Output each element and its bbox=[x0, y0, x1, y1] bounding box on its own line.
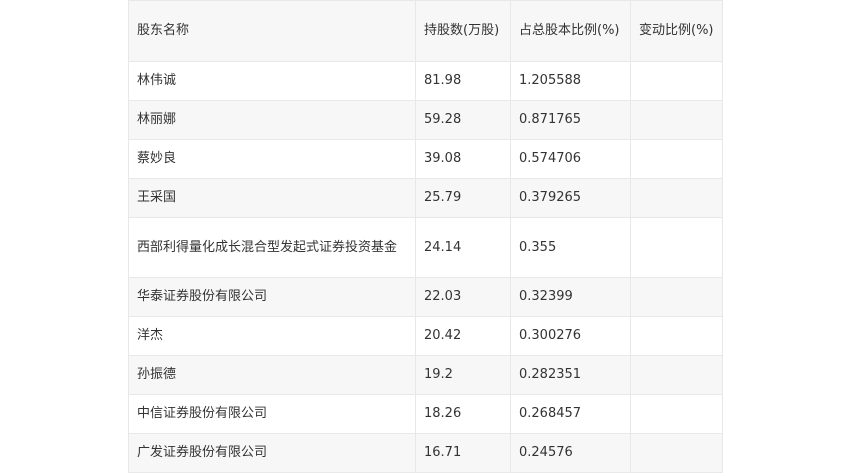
ratio-cell: 0.268457 bbox=[510, 394, 631, 434]
table-header-row: 股东名称 持股数(万股) 占总股本比例(%) 变动比例(%) bbox=[128, 0, 723, 62]
holder-name-cell: 西部利得量化成长混合型发起式证券投资基金 bbox=[128, 217, 416, 278]
ratio-cell: 0.871765 bbox=[510, 100, 631, 140]
change-ratio-cell bbox=[630, 355, 723, 395]
table-row: 华泰证券股份有限公司 22.03 0.32399 bbox=[128, 277, 723, 317]
ratio-cell: 0.32399 bbox=[510, 277, 631, 317]
shares-cell: 22.03 bbox=[415, 277, 511, 317]
table-row: 西部利得量化成长混合型发起式证券投资基金 24.14 0.355 bbox=[128, 217, 723, 278]
holder-name-cell: 洋杰 bbox=[128, 316, 416, 356]
ratio-cell: 0.574706 bbox=[510, 139, 631, 179]
change-ratio-cell bbox=[630, 433, 723, 473]
ratio-cell: 0.282351 bbox=[510, 355, 631, 395]
shares-cell: 18.26 bbox=[415, 394, 511, 434]
table-row: 林伟诚 81.98 1.205588 bbox=[128, 61, 723, 101]
change-ratio-cell bbox=[630, 139, 723, 179]
ratio-cell: 0.379265 bbox=[510, 178, 631, 218]
holder-name-cell: 孙振德 bbox=[128, 355, 416, 395]
shares-cell: 81.98 bbox=[415, 61, 511, 101]
shares-cell: 16.71 bbox=[415, 433, 511, 473]
shares-cell: 25.79 bbox=[415, 178, 511, 218]
shares-cell: 39.08 bbox=[415, 139, 511, 179]
change-ratio-cell bbox=[630, 178, 723, 218]
ratio-cell: 0.24576 bbox=[510, 433, 631, 473]
header-shares: 持股数(万股) bbox=[415, 0, 511, 62]
change-ratio-cell bbox=[630, 100, 723, 140]
shares-cell: 24.14 bbox=[415, 217, 511, 278]
table-row: 王采国 25.79 0.379265 bbox=[128, 178, 723, 218]
table-row: 中信证券股份有限公司 18.26 0.268457 bbox=[128, 394, 723, 434]
table-row: 洋杰 20.42 0.300276 bbox=[128, 316, 723, 356]
shares-cell: 59.28 bbox=[415, 100, 511, 140]
table-row: 孙振德 19.2 0.282351 bbox=[128, 355, 723, 395]
holder-name-cell: 王采国 bbox=[128, 178, 416, 218]
holder-name-cell: 林伟诚 bbox=[128, 61, 416, 101]
shareholders-table: 股东名称 持股数(万股) 占总股本比例(%) 变动比例(%) 林伟诚 81.98… bbox=[128, 0, 723, 473]
header-ratio: 占总股本比例(%) bbox=[510, 0, 631, 62]
ratio-cell: 0.355 bbox=[510, 217, 631, 278]
holder-name-cell: 林丽娜 bbox=[128, 100, 416, 140]
change-ratio-cell bbox=[630, 277, 723, 317]
holder-name-cell: 华泰证券股份有限公司 bbox=[128, 277, 416, 317]
change-ratio-cell bbox=[630, 217, 723, 278]
holder-name-cell: 中信证券股份有限公司 bbox=[128, 394, 416, 434]
ratio-cell: 1.205588 bbox=[510, 61, 631, 101]
table-row: 林丽娜 59.28 0.871765 bbox=[128, 100, 723, 140]
header-holder-name: 股东名称 bbox=[128, 0, 416, 62]
holder-name-cell: 蔡妙良 bbox=[128, 139, 416, 179]
change-ratio-cell bbox=[630, 61, 723, 101]
shares-cell: 19.2 bbox=[415, 355, 511, 395]
table-row: 广发证券股份有限公司 16.71 0.24576 bbox=[128, 433, 723, 473]
holder-name-cell: 广发证券股份有限公司 bbox=[128, 433, 416, 473]
change-ratio-cell bbox=[630, 316, 723, 356]
ratio-cell: 0.300276 bbox=[510, 316, 631, 356]
change-ratio-cell bbox=[630, 394, 723, 434]
table-row: 蔡妙良 39.08 0.574706 bbox=[128, 139, 723, 179]
shares-cell: 20.42 bbox=[415, 316, 511, 356]
header-change-ratio: 变动比例(%) bbox=[630, 0, 723, 62]
